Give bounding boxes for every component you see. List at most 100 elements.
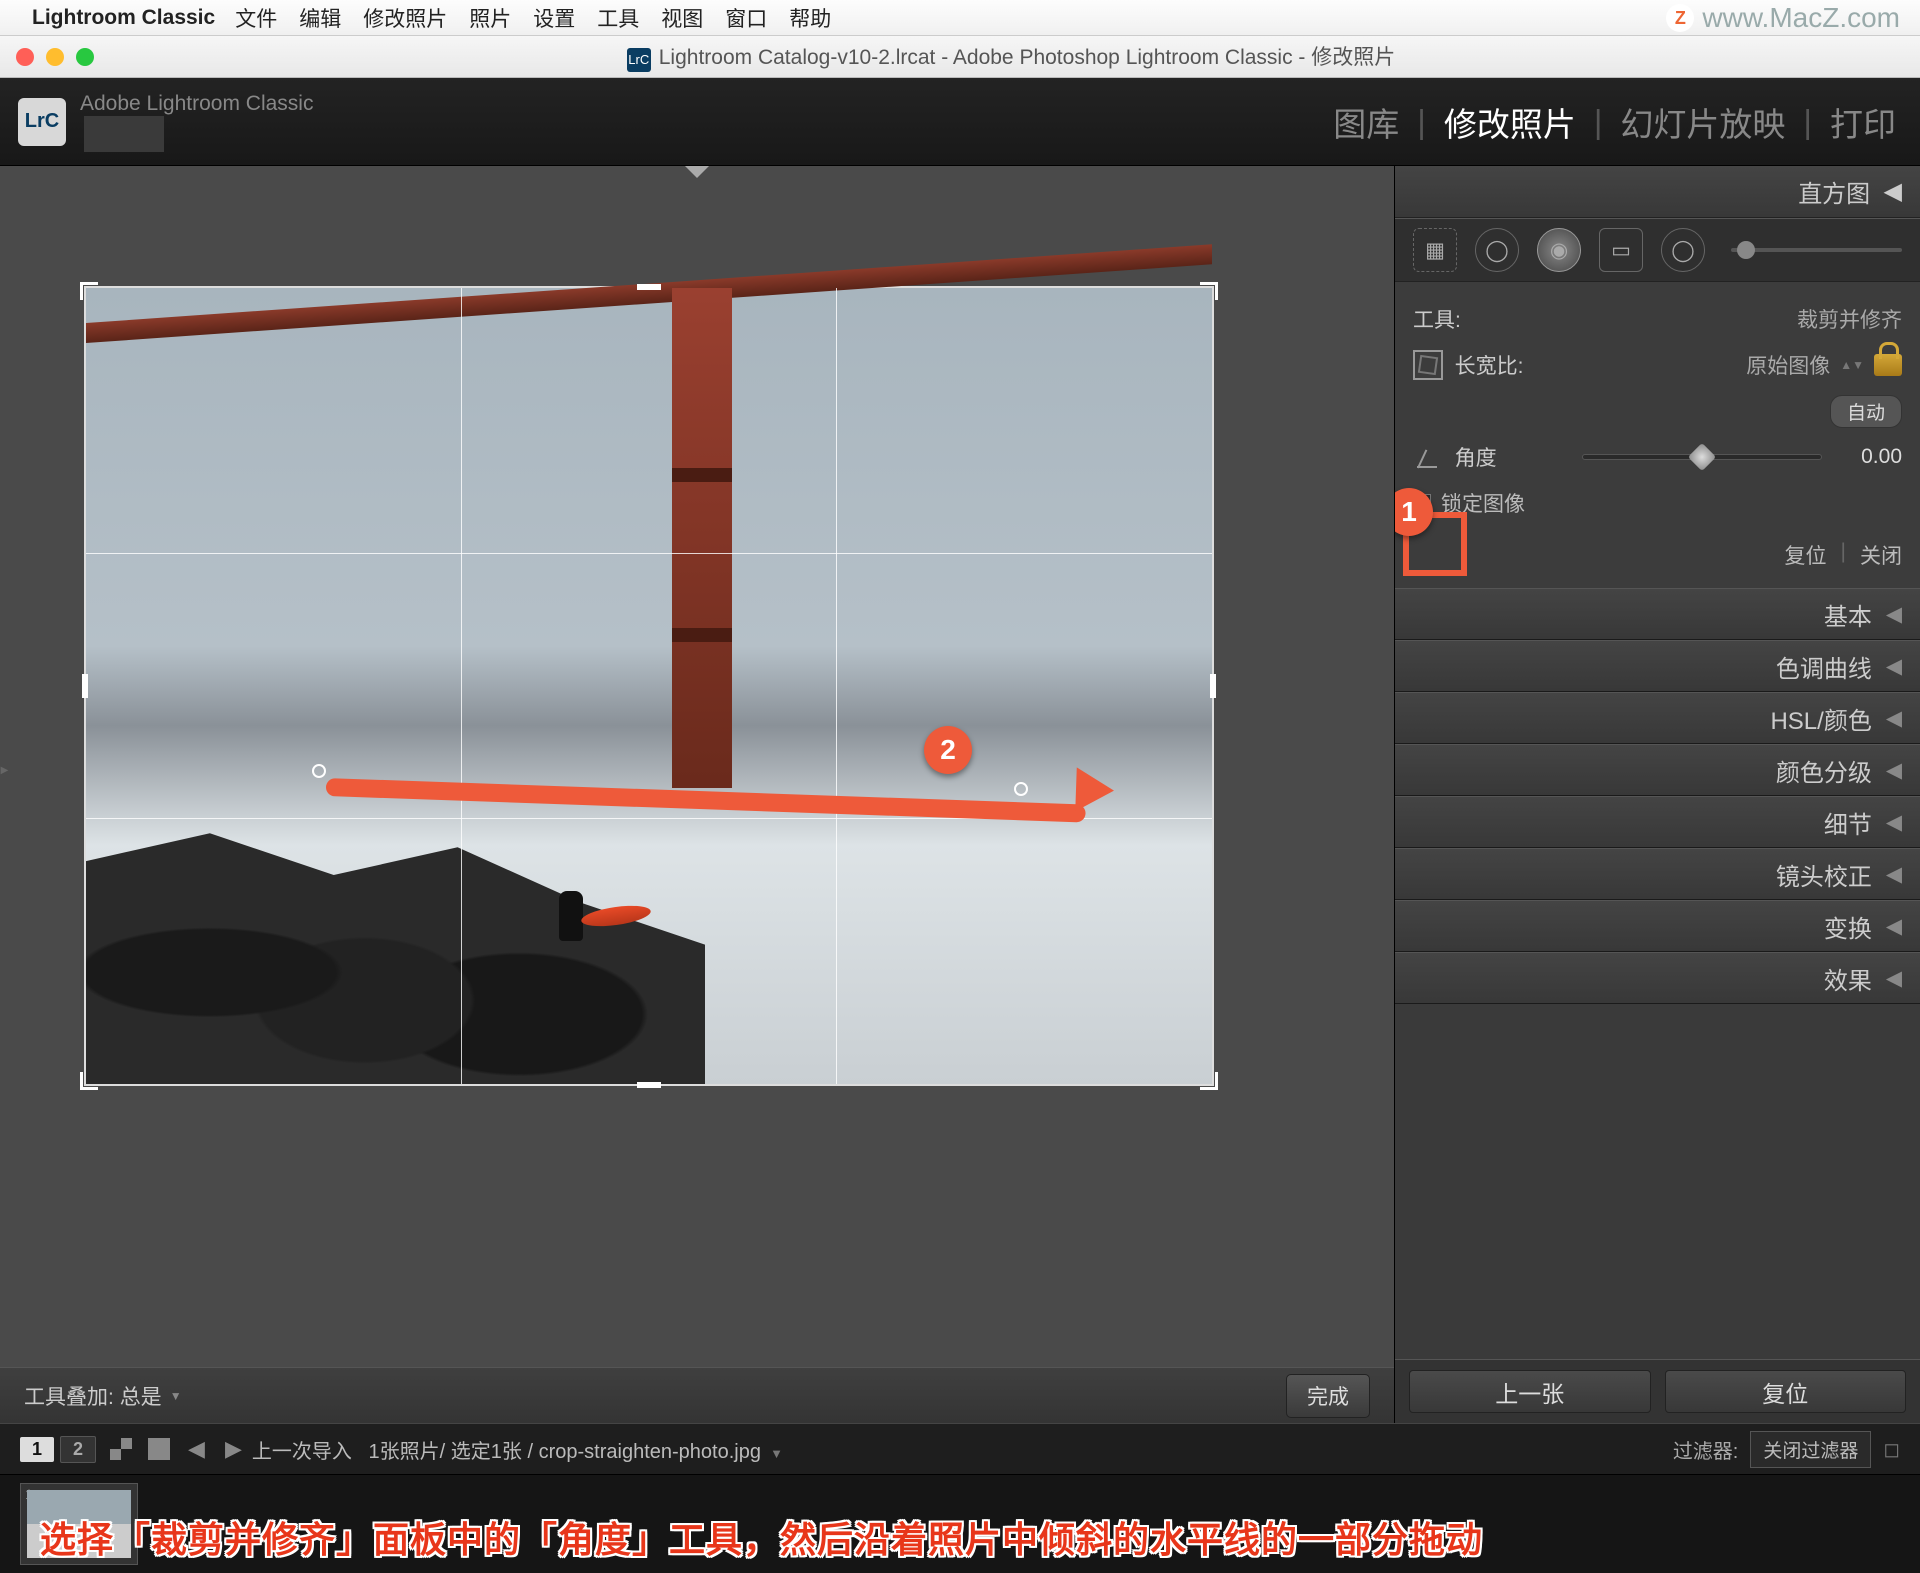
histogram-header[interactable]: 直方图 ◀ (1395, 166, 1920, 218)
monitor-1-button[interactable]: 1 (20, 1437, 54, 1462)
section-effects[interactable]: 效果◀ (1395, 952, 1920, 1004)
menu-view[interactable]: 视图 (661, 3, 703, 33)
aspect-dropdown[interactable]: 原始图像 (1746, 350, 1830, 380)
overlay-dropdown[interactable]: 总是 (120, 1381, 162, 1411)
menu-help[interactable]: 帮助 (789, 3, 831, 33)
dropdown-icon[interactable]: ▲▼ (1840, 358, 1864, 372)
redeye-tool-icon[interactable]: ◉ (1537, 228, 1581, 272)
module-library[interactable]: 图库 (1333, 98, 1399, 146)
canvas-toolbar: 工具叠加: 总是 ▼ 完成 (0, 1367, 1394, 1423)
crop-frame[interactable]: 2 (84, 286, 1214, 1086)
menu-develop[interactable]: 修改照片 (363, 3, 447, 33)
angle-slider[interactable] (1582, 454, 1822, 460)
content-area: ▶ (0, 166, 1920, 1423)
close-icon[interactable] (16, 48, 34, 66)
tool-strip: ▦ ◯ ◉ ▭ ◯ (1395, 218, 1920, 282)
crop-close-button[interactable]: 关闭 (1860, 540, 1902, 570)
menu-window[interactable]: 窗口 (725, 3, 767, 33)
filter-label: 过滤器: (1673, 1435, 1739, 1464)
aspect-crop-icon[interactable] (1413, 350, 1443, 380)
dropdown-icon[interactable]: ▼ (767, 1446, 783, 1461)
module-slideshow[interactable]: 幻灯片放映 (1620, 98, 1785, 146)
filmstrip-toolbar: 1 2 ◀ ▶ 上一次导入 1张照片/ 选定1张 / crop-straight… (0, 1423, 1920, 1475)
annotation-arrow-head-icon (1075, 767, 1115, 812)
crop-handle-left[interactable] (82, 674, 88, 698)
breadcrumb-source[interactable]: 上一次导入 (252, 1441, 352, 1463)
tool-value: 裁剪并修齐 (1797, 304, 1902, 334)
canvas-area: ▶ (0, 166, 1395, 1423)
window-title: LrCLightroom Catalog-v10-2.lrcat - Adobe… (118, 41, 1904, 72)
menu-edit[interactable]: 编辑 (299, 3, 341, 33)
instruction-text: 选择「裁剪并修齐」面板中的「角度」工具，然后沿着照片中倾斜的水平线的一部分拖动 (40, 1511, 1483, 1563)
nav-fwd-icon[interactable]: ▶ (225, 1436, 242, 1462)
menu-tools[interactable]: 工具 (597, 3, 639, 33)
done-button[interactable]: 完成 (1286, 1374, 1370, 1418)
module-develop[interactable]: 修改照片 (1444, 98, 1576, 146)
mac-menubar: Lightroom Classic 文件 编辑 修改照片 照片 设置 工具 视图… (0, 0, 1920, 36)
menu-file[interactable]: 文件 (235, 3, 277, 33)
section-hsl[interactable]: HSL/颜色◀ (1395, 692, 1920, 744)
angle-tool-icon[interactable] (1413, 442, 1443, 472)
chevron-left-icon: ◀ (1884, 177, 1902, 206)
menu-photo[interactable]: 照片 (469, 3, 511, 33)
angle-value[interactable]: 0.00 (1832, 445, 1902, 469)
crop-tool-icon[interactable]: ▦ (1413, 228, 1457, 272)
auto-button[interactable]: 自动 (1830, 395, 1902, 428)
section-lens[interactable]: 镜头校正◀ (1395, 848, 1920, 900)
section-colorgrading[interactable]: 颜色分级◀ (1395, 744, 1920, 796)
spot-tool-icon[interactable]: ◯ (1475, 228, 1519, 272)
section-tonecurve[interactable]: 色调曲线◀ (1395, 640, 1920, 692)
module-picker: 图库| 修改照片| 幻灯片放映| 打印 (1333, 98, 1896, 146)
section-detail[interactable]: 细节◀ (1395, 796, 1920, 848)
window-controls (16, 48, 94, 66)
straighten-end-icon[interactable] (1014, 782, 1028, 796)
dropdown-icon[interactable]: ▼ (170, 1389, 182, 1403)
radial-tool-icon[interactable]: ◯ (1661, 228, 1705, 272)
app-frame: LrC Adobe Lightroom Classic 图库| 修改照片| 幻灯… (0, 78, 1920, 1573)
minimize-icon[interactable] (46, 48, 64, 66)
logo-text: Adobe Lightroom Classic (80, 92, 313, 116)
app-header: LrC Adobe Lightroom Classic 图库| 修改照片| 幻灯… (0, 78, 1920, 166)
photo-preview[interactable] (86, 288, 1212, 1084)
crop-handle-tl[interactable] (80, 282, 98, 300)
crop-handle-right[interactable] (1210, 674, 1216, 698)
reset-button[interactable]: 复位 (1665, 1370, 1907, 1413)
filter-dropdown[interactable]: 关闭过滤器 (1750, 1431, 1871, 1468)
module-print[interactable]: 打印 (1830, 98, 1896, 146)
breadcrumb-filename[interactable]: crop-straighten-photo.jpg (539, 1441, 761, 1463)
crop-handle-br[interactable] (1200, 1072, 1218, 1090)
section-basic[interactable]: 基本◀ (1395, 588, 1920, 640)
gradient-tool-icon[interactable]: ▭ (1599, 228, 1643, 272)
identity-plate[interactable]: LrC Adobe Lightroom Classic (18, 92, 313, 152)
logo-subbar (84, 116, 164, 152)
lrc-badge-icon: LrC (627, 48, 651, 72)
nav-buttons: 上一张 复位 (1395, 1359, 1920, 1423)
breadcrumb-selected: 选定1张 (451, 1441, 522, 1463)
crop-handle-bl[interactable] (80, 1072, 98, 1090)
crop-handle-bottom[interactable] (637, 1082, 661, 1088)
nav-back-icon[interactable]: ◀ (188, 1436, 205, 1462)
crop-panel: 工具: 裁剪并修齐 长宽比: 原始图像 ▲▼ 自动 (1395, 282, 1920, 588)
panel-collapse-top-icon[interactable] (685, 166, 709, 178)
lock-icon[interactable] (1874, 354, 1902, 376)
menu-settings[interactable]: 设置 (533, 3, 575, 33)
straighten-start-icon[interactable] (312, 764, 326, 778)
crop-reset-button[interactable]: 复位 (1785, 540, 1827, 570)
callout-2: 2 (924, 726, 972, 774)
prev-photo-button[interactable]: 上一张 (1409, 1370, 1651, 1413)
window-titlebar: LrCLightroom Catalog-v10-2.lrcat - Adobe… (0, 36, 1920, 78)
aspect-label: 长宽比: (1455, 350, 1524, 380)
filter-lock-icon[interactable]: ◻ (1883, 1437, 1900, 1462)
tool-size-slider[interactable] (1731, 248, 1902, 252)
app-name[interactable]: Lightroom Classic (32, 6, 215, 30)
zoom-icon[interactable] (76, 48, 94, 66)
crop-handle-top[interactable] (637, 284, 661, 290)
loupe-view-icon[interactable] (148, 1438, 170, 1460)
angle-label: 角度 (1455, 442, 1497, 472)
monitor-2-button[interactable]: 2 (60, 1436, 96, 1463)
breadcrumb-sep: / (527, 1441, 533, 1463)
grid-view-icon[interactable] (110, 1438, 132, 1460)
section-transform[interactable]: 变换◀ (1395, 900, 1920, 952)
left-panel-handle-icon[interactable]: ▶ (0, 765, 10, 825)
crop-handle-tr[interactable] (1200, 282, 1218, 300)
